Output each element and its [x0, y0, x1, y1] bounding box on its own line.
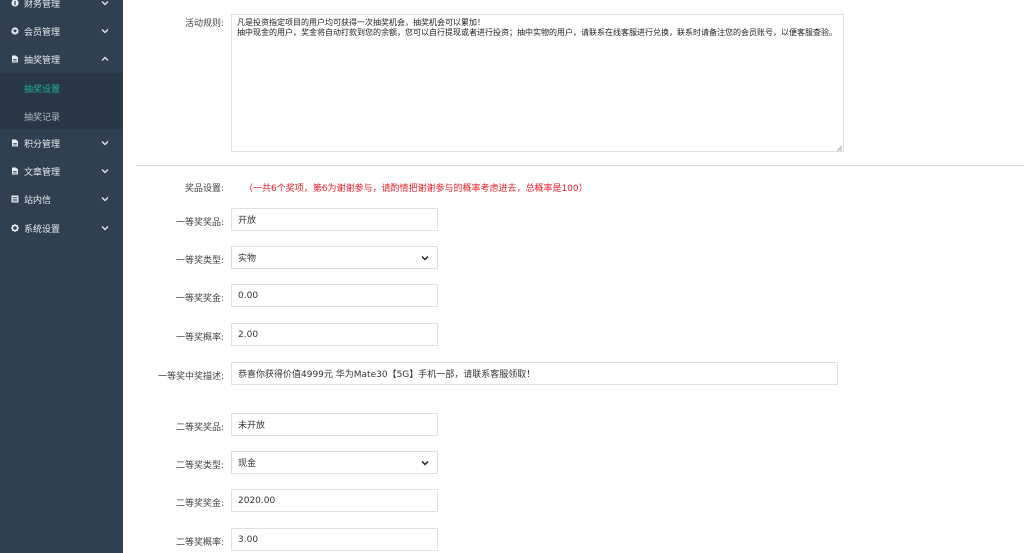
sidebar-item-label: 文章管理 — [24, 167, 61, 178]
first-prob-input[interactable]: 2.00 — [231, 323, 438, 346]
main-content: 活动规则: 凡是投资指定项目的用户均可获得一次抽奖机会，抽奖机会可以累加！ 抽中… — [123, 0, 1024, 553]
first-type-select[interactable]: 实物 — [231, 246, 438, 269]
chevron-down-icon — [101, 27, 109, 35]
list-icon — [11, 195, 19, 203]
rules-textarea[interactable]: 凡是投资指定项目的用户均可获得一次抽奖机会，抽奖机会可以累加！ 抽中现金的用户，… — [231, 14, 844, 152]
second-type-value: 现金 — [238, 459, 257, 469]
sidebar-item-label: 财务管理 — [24, 0, 61, 10]
sidebar-item-members[interactable]: 会员管理 — [0, 17, 123, 45]
first-desc-input[interactable]: 恭喜你获得价值4999元 华为Mate30【5G】手机一部，请联系客服领取！ — [231, 362, 838, 385]
sidebar-item-messages[interactable]: 站内信 — [0, 185, 123, 213]
sidebar-subitem-label: 抽奖记录 — [24, 113, 61, 123]
second-amount-input[interactable]: 2020.00 — [231, 489, 438, 512]
chevron-up-icon — [101, 55, 109, 63]
first-prize-label: 一等奖奖品: — [175, 218, 224, 228]
second-prob-label: 二等奖概率: — [175, 538, 224, 548]
second-prize-label: 二等奖奖品: — [175, 423, 224, 433]
sidebar-item-label: 系统设置 — [24, 224, 61, 235]
heart-icon — [11, 27, 19, 35]
sidebar-item-points[interactable]: 积分管理 — [0, 129, 123, 157]
sidebar-item-settings[interactable]: 系统设置 — [0, 214, 123, 242]
prize-settings-note: （一共6个奖项，第6为谢谢参与，请酌情把谢谢参与的概率考虑进去，总概率是100） — [244, 184, 588, 194]
gear-icon — [11, 224, 19, 232]
sidebar-item-label: 会员管理 — [24, 27, 61, 38]
first-desc-label: 一等奖中奖描述: — [157, 372, 224, 382]
sidebar-item-label: 站内信 — [24, 195, 52, 206]
sidebar-subitem-lottery-settings[interactable]: 抽奖设置 — [0, 73, 123, 101]
sidebar-item-lottery[interactable]: 抽奖管理 — [0, 45, 123, 73]
sidebar-subitem-lottery-records[interactable]: 抽奖记录 — [0, 101, 123, 129]
chevron-down-icon — [101, 139, 109, 147]
sidebar-item-label: 抽奖管理 — [24, 55, 61, 66]
chevron-down-icon — [421, 460, 429, 470]
file-icon — [11, 167, 19, 175]
chevron-down-icon — [101, 195, 109, 203]
first-amount-input[interactable]: 0.00 — [231, 284, 438, 307]
sidebar-item-finance[interactable]: 财务管理 — [0, 0, 123, 17]
rules-text-line: 抽中现金的用户，奖金将自动打款到您的余额，您可以自行提现或者进行投资；抽中实物的… — [237, 28, 837, 37]
divider — [136, 165, 1024, 166]
first-amount-label: 一等奖奖金: — [175, 294, 224, 304]
second-type-label: 二等奖类型: — [175, 461, 224, 471]
chevron-down-icon — [101, 0, 109, 7]
rules-text-line: 凡是投资指定项目的用户均可获得一次抽奖机会，抽奖机会可以累加！ — [237, 18, 485, 27]
second-amount-label: 二等奖奖金: — [175, 499, 224, 509]
sidebar-item-articles[interactable]: 文章管理 — [0, 157, 123, 185]
resize-handle-icon[interactable] — [836, 144, 843, 152]
first-prob-label: 一等奖概率: — [175, 333, 224, 343]
second-prize-input[interactable]: 未开放 — [231, 413, 438, 436]
file-icon — [11, 139, 19, 147]
sidebar-item-label: 积分管理 — [24, 139, 61, 150]
prize-settings-label: 奖品设置: — [184, 184, 224, 194]
sidebar-subitem-label: 抽奖设置 — [24, 85, 61, 95]
second-prob-input[interactable]: 3.00 — [231, 528, 438, 551]
chevron-down-icon — [101, 167, 109, 175]
second-type-select[interactable]: 现金 — [231, 451, 438, 474]
sidebar: 财务管理 会员管理 抽奖管理 抽奖设置 抽奖记录 积分管理 文章管理 站内信 系… — [0, 0, 123, 553]
file-icon — [11, 55, 19, 63]
chevron-down-icon — [101, 224, 109, 232]
circle-icon — [11, 0, 19, 7]
first-prize-input[interactable]: 开放 — [231, 208, 438, 231]
first-type-label: 一等奖类型: — [175, 256, 224, 266]
chevron-down-icon — [421, 255, 429, 265]
first-type-value: 实物 — [238, 254, 257, 264]
rules-label: 活动规则: — [184, 19, 224, 29]
